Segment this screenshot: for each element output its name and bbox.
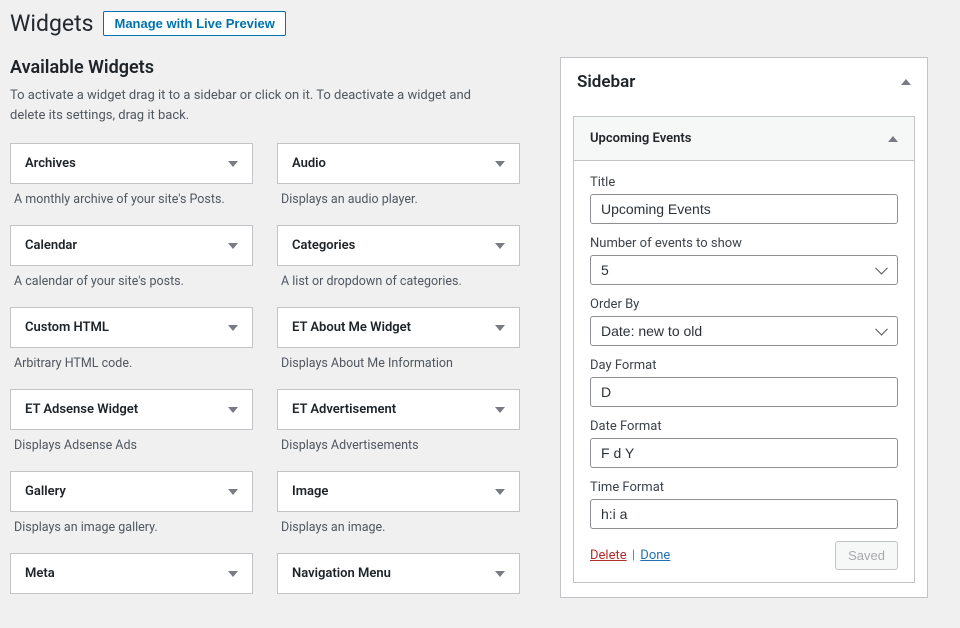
caret-down-icon: [495, 243, 505, 249]
widget-name: Archives: [25, 156, 76, 171]
available-widget[interactable]: Meta: [10, 553, 253, 594]
widget-name: Audio: [292, 156, 326, 171]
day-format-label: Day Format: [590, 358, 898, 373]
widget-name: Calendar: [25, 238, 77, 253]
number-events-select[interactable]: 5: [590, 255, 898, 285]
done-link[interactable]: Done: [640, 548, 670, 563]
order-by-select[interactable]: Date: new to old: [590, 316, 898, 346]
available-widget[interactable]: Calendar: [10, 225, 253, 266]
widget-description: A calendar of your site's posts.: [10, 266, 253, 293]
page-title: Widgets: [10, 10, 93, 37]
available-widget[interactable]: Categories: [277, 225, 520, 266]
widget-cell: Calendar A calendar of your site's posts.: [10, 225, 253, 293]
separator: |: [632, 548, 635, 563]
widget-name: Categories: [292, 238, 355, 253]
widget-name: Navigation Menu: [292, 566, 391, 581]
caret-down-icon: [228, 325, 238, 331]
widget-name: Meta: [25, 566, 55, 581]
delete-link[interactable]: Delete: [590, 548, 627, 563]
widget-cell: Gallery Displays an image gallery.: [10, 471, 253, 539]
widget-cell: Meta: [10, 553, 253, 594]
widget-description: Arbitrary HTML code.: [10, 348, 253, 375]
widget-cell: ET Advertisement Displays Advertisements: [277, 389, 520, 457]
title-label: Title: [590, 175, 898, 190]
caret-down-icon: [228, 407, 238, 413]
available-widget[interactable]: ET About Me Widget: [277, 307, 520, 348]
manage-live-preview-button[interactable]: Manage with Live Preview: [103, 11, 285, 36]
widget-cell: Image Displays an image.: [277, 471, 520, 539]
widget-cell: Archives A monthly archive of your site's…: [10, 143, 253, 211]
widget-cell: Navigation Menu: [277, 553, 520, 594]
widget-name: ET Advertisement: [292, 402, 396, 417]
caret-down-icon: [495, 571, 505, 577]
widget-cell: Audio Displays an audio player.: [277, 143, 520, 211]
sidebar-panel: Sidebar Upcoming Events Title: [560, 57, 928, 598]
widget-name: Image: [292, 484, 328, 499]
widget-cell: Custom HTML Arbitrary HTML code.: [10, 307, 253, 375]
time-format-label: Time Format: [590, 480, 898, 495]
widget-description: Displays About Me Information: [277, 348, 520, 375]
widget-name: ET Adsense Widget: [25, 402, 138, 417]
widget-description: Displays an image gallery.: [10, 512, 253, 539]
caret-down-icon: [495, 489, 505, 495]
order-by-label: Order By: [590, 297, 898, 312]
widget-cell: ET About Me Widget Displays About Me Info…: [277, 307, 520, 375]
title-input[interactable]: [590, 194, 898, 224]
caret-down-icon: [228, 489, 238, 495]
available-widget[interactable]: Image: [277, 471, 520, 512]
available-widget[interactable]: Gallery: [10, 471, 253, 512]
available-widgets-help: To activate a widget drag it to a sideba…: [10, 86, 490, 125]
caret-down-icon: [495, 161, 505, 167]
widget-description: Displays Advertisements: [277, 430, 520, 457]
widget-name: Gallery: [25, 484, 66, 499]
widget-instance-title: Upcoming Events: [590, 131, 691, 146]
date-format-input[interactable]: [590, 438, 898, 468]
available-widgets-heading: Available Widgets: [10, 57, 520, 78]
widget-cell: ET Adsense Widget Displays Adsense Ads: [10, 389, 253, 457]
available-widget[interactable]: ET Adsense Widget: [10, 389, 253, 430]
widget-name: ET About Me Widget: [292, 320, 411, 335]
widget-description: Displays an audio player.: [277, 184, 520, 211]
available-widget[interactable]: Navigation Menu: [277, 553, 520, 594]
available-widget[interactable]: Audio: [277, 143, 520, 184]
widget-description: A list or dropdown of categories.: [277, 266, 520, 293]
widget-instance: Upcoming Events Title Number of events t…: [573, 116, 915, 583]
caret-down-icon: [228, 161, 238, 167]
caret-up-icon: [888, 136, 898, 142]
sidebar-title: Sidebar: [577, 72, 635, 92]
day-format-input[interactable]: [590, 377, 898, 407]
caret-down-icon: [228, 243, 238, 249]
caret-up-icon: [901, 79, 911, 85]
available-widget[interactable]: Archives: [10, 143, 253, 184]
sidebar-header[interactable]: Sidebar: [561, 58, 927, 106]
caret-down-icon: [495, 325, 505, 331]
available-widgets-column: Available Widgets To activate a widget d…: [10, 57, 520, 608]
widget-instance-header[interactable]: Upcoming Events: [574, 117, 914, 161]
available-widget[interactable]: Custom HTML: [10, 307, 253, 348]
widget-description: A monthly archive of your site's Posts.: [10, 184, 253, 211]
available-widget[interactable]: ET Advertisement: [277, 389, 520, 430]
caret-down-icon: [495, 407, 505, 413]
sidebar-column: Sidebar Upcoming Events Title: [560, 57, 928, 598]
saved-button: Saved: [835, 541, 898, 570]
date-format-label: Date Format: [590, 419, 898, 434]
widget-cell: Categories A list or dropdown of categori…: [277, 225, 520, 293]
time-format-input[interactable]: [590, 499, 898, 529]
widget-name: Custom HTML: [25, 320, 109, 335]
number-events-label: Number of events to show: [590, 236, 898, 251]
widget-description: Displays Adsense Ads: [10, 430, 253, 457]
widget-description: Displays an image.: [277, 512, 520, 539]
caret-down-icon: [228, 571, 238, 577]
